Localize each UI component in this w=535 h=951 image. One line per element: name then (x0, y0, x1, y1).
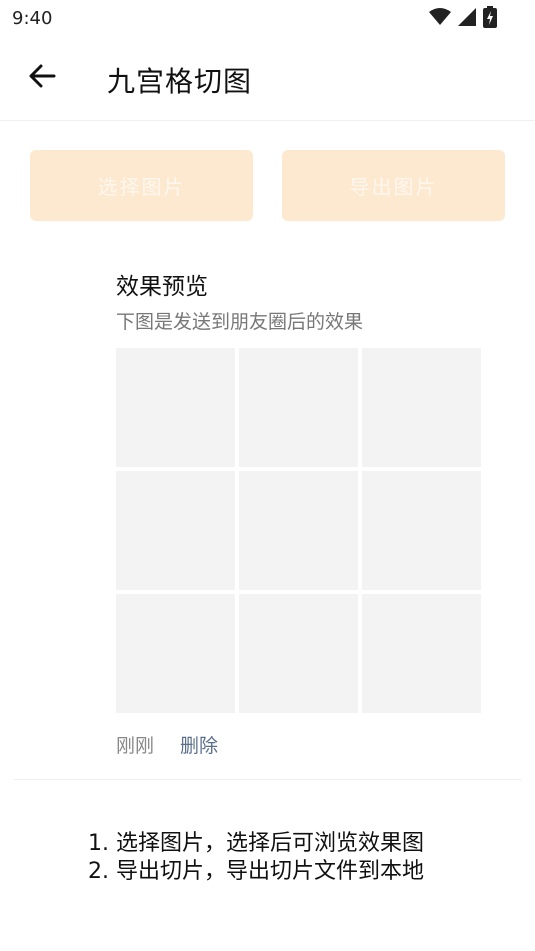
status-time: 9:40 (12, 8, 53, 29)
grid-cell (116, 594, 235, 713)
instructions: 1. 选择图片，选择后可浏览效果图 2. 导出切片，导出切片文件到本地 (88, 830, 424, 886)
page-title: 九宫格切图 (107, 65, 253, 98)
export-image-button[interactable]: 导出图片 (282, 150, 505, 221)
preview-grid (116, 348, 482, 714)
grid-cell (362, 471, 481, 590)
grid-cell (239, 348, 358, 467)
preview-title: 效果预览 (116, 274, 208, 300)
signal-icon (458, 8, 476, 26)
status-icons (429, 6, 497, 28)
select-image-button[interactable]: 选择图片 (30, 150, 253, 221)
grid-cell (362, 594, 481, 713)
status-bar: 9:40 (0, 0, 535, 38)
arrow-left-icon[interactable] (26, 60, 58, 92)
divider (14, 779, 521, 780)
preview-subtitle: 下图是发送到朋友圈后的效果 (116, 311, 364, 333)
app-bar: 九宫格切图 (0, 38, 535, 121)
instruction-step-2: 2. 导出切片，导出切片文件到本地 (88, 859, 424, 884)
battery-icon (483, 6, 497, 28)
instruction-step-1: 1. 选择图片，选择后可浏览效果图 (88, 831, 424, 856)
grid-cell (116, 348, 235, 467)
grid-cell (116, 471, 235, 590)
wifi-icon (429, 8, 451, 25)
delete-link[interactable]: 删除 (180, 731, 218, 758)
grid-cell (239, 471, 358, 590)
grid-cell (362, 348, 481, 467)
grid-cell (239, 594, 358, 713)
post-time: 刚刚 (116, 735, 155, 757)
